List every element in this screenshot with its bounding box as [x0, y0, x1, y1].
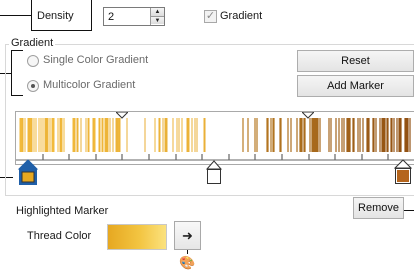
gradient-strip-canvas	[16, 118, 414, 161]
color-picker-icon: ➜🎨	[179, 228, 196, 270]
density-decrease-button[interactable]: ▼	[151, 16, 164, 24]
highlighted-marker-title: Highlighted Marker	[16, 205, 109, 217]
reset-button[interactable]: Reset	[297, 50, 414, 72]
multicolor-gradient-radio[interactable]	[27, 80, 39, 92]
density-label: Density	[37, 10, 74, 22]
marker-icon	[205, 160, 223, 184]
single-color-gradient-label[interactable]: Single Color Gradient	[43, 54, 148, 67]
callout-line-density	[0, 15, 31, 16]
callout-bracket-density-bottom	[31, 30, 92, 31]
density-increase-button[interactable]: ▲	[151, 8, 164, 16]
single-color-gradient-radio[interactable]	[27, 55, 39, 67]
thread-color-swatch	[107, 224, 167, 250]
density-input[interactable]	[104, 8, 150, 25]
gradient-strip[interactable]	[15, 111, 414, 165]
end-marker[interactable]	[393, 158, 413, 186]
thread-color-label: Thread Color	[27, 230, 92, 242]
callout-bracket-density	[31, 0, 32, 31]
gradient-checkbox-label: Gradient	[220, 10, 263, 22]
checkmark-icon: ✓	[205, 10, 216, 22]
radio-selected-dot	[31, 84, 35, 88]
add-marker-button[interactable]: Add Marker	[297, 75, 414, 97]
multicolor-gradient-label[interactable]: Multicolor Gradient	[43, 79, 135, 92]
marker-selected-icon	[17, 159, 39, 185]
density-stepper[interactable]: ▲ ▼	[103, 7, 165, 26]
top-pointer-icon	[302, 112, 314, 119]
top-pointer-icon	[116, 112, 128, 119]
density-stepper-buttons: ▲ ▼	[150, 8, 164, 25]
remove-button[interactable]: Remove	[353, 197, 404, 219]
callout-bracket-density-right	[91, 0, 92, 31]
gradient-threads	[19, 118, 411, 152]
start-marker[interactable]	[17, 158, 39, 186]
color-picker-button[interactable]: ➜🎨	[174, 221, 201, 270]
middle-marker[interactable]	[205, 160, 223, 186]
gradient-checkbox[interactable]: ✓	[204, 10, 217, 23]
marker-icon	[393, 159, 413, 184]
gradient-group-title: Gradient	[9, 37, 56, 50]
